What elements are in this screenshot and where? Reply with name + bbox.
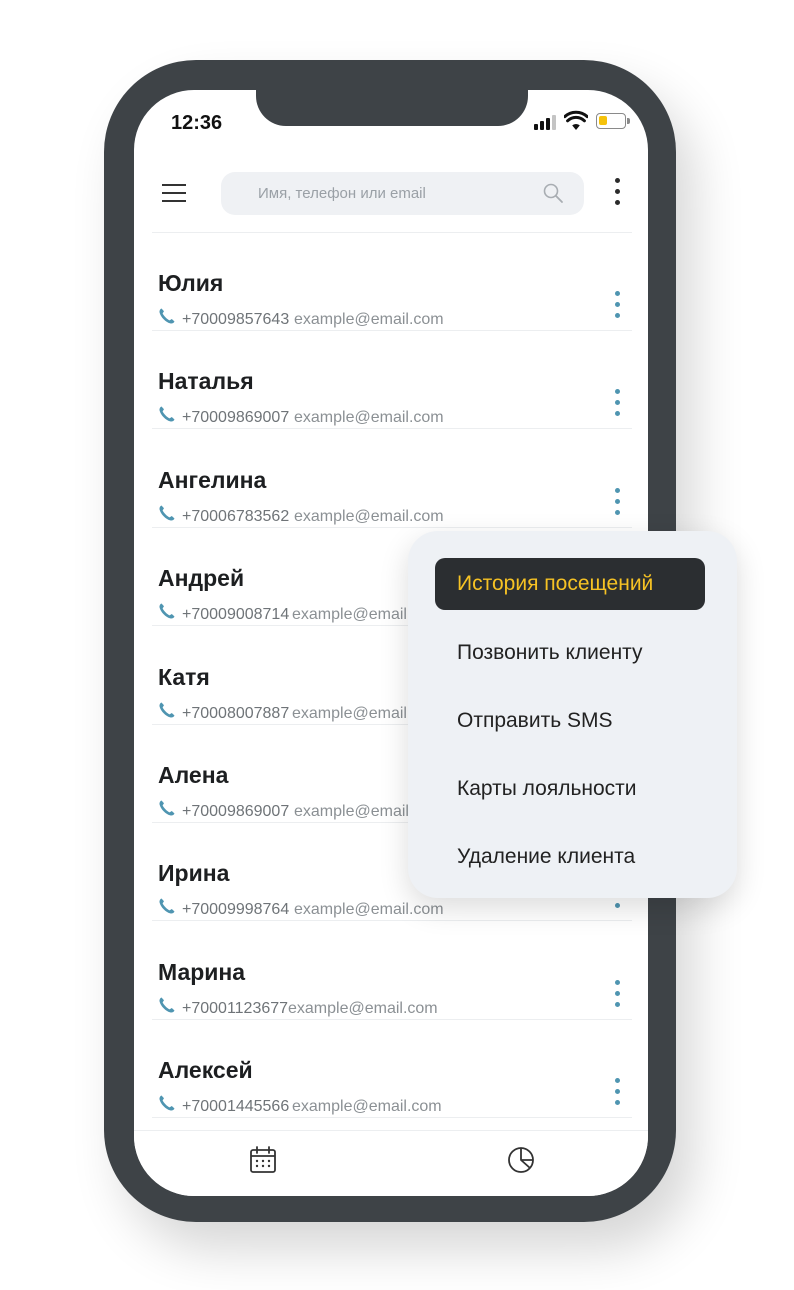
phone-icon [159, 702, 175, 718]
contact-row[interactable]: Юлия +70009857643 example@email.com [134, 233, 648, 331]
contact-more-button[interactable] [610, 979, 624, 1010]
calendar-icon[interactable] [248, 1145, 278, 1175]
contact-email[interactable]: example@email.com [292, 1098, 442, 1116]
context-menu-item[interactable]: Карты лояльности [435, 763, 705, 815]
stage: 12:36 Имя, телефон или email Юлия +70009… [0, 0, 794, 1290]
stats-icon[interactable] [506, 1145, 536, 1175]
contact-row[interactable]: Марина +70001123677 example@email.com [134, 922, 648, 1020]
contact-more-button[interactable] [610, 389, 624, 419]
phone-icon [159, 505, 175, 521]
context-menu-item[interactable]: История посещений [435, 558, 705, 610]
battery-icon [596, 113, 626, 129]
bottom-nav [134, 1130, 648, 1196]
phone-icon [159, 800, 175, 816]
contact-name: Наталья [158, 368, 254, 395]
search-placeholder: Имя, телефон или email [258, 185, 426, 202]
contact-phone[interactable]: +70009869007 [182, 803, 289, 821]
phone-icon [159, 898, 175, 914]
contact-email[interactable]: example@email.com [294, 901, 444, 919]
contact-phone[interactable]: +70001123677 [182, 1000, 288, 1018]
contact-row[interactable]: Ангелина +70006783562 example@email.com [134, 430, 648, 528]
phone-icon [159, 406, 175, 422]
contact-phone[interactable]: +70008007887 [182, 705, 289, 723]
phone-icon [159, 1095, 175, 1111]
contact-phone[interactable]: +70006783562 [182, 508, 289, 526]
contact-name: Ирина [158, 860, 230, 887]
contact-name: Ангелина [158, 466, 267, 493]
contact-name: Алена [158, 762, 229, 788]
notch [256, 90, 528, 126]
contact-email[interactable]: example@email.com [294, 409, 444, 427]
phone-icon [159, 997, 175, 1013]
status-icons [534, 110, 634, 134]
context-menu: История посещений Позвонить клиенту Отправ… [408, 531, 737, 898]
wifi-icon [564, 110, 588, 130]
signal-icon [534, 114, 558, 130]
contact-name: Алексей [158, 1057, 253, 1084]
status-time: 12:36 [171, 112, 223, 134]
contact-name: Юлия [158, 270, 224, 296]
contact-phone[interactable]: +70001445566 [182, 1098, 289, 1116]
contact-phone[interactable]: +70009998764 [182, 901, 289, 919]
contact-phone[interactable]: +70009008714 [182, 606, 289, 624]
contact-row[interactable]: Наталья +70009869007 example@email.com [134, 331, 648, 430]
contact-name: Марина [158, 958, 246, 985]
phone-icon [159, 308, 175, 324]
contact-email[interactable]: example@email.com [288, 1000, 438, 1018]
contact-more-button[interactable] [610, 291, 624, 321]
contact-name: Катя [158, 663, 210, 690]
contact-phone[interactable]: +70009869007 [182, 409, 289, 427]
menu-button[interactable] [162, 182, 186, 204]
contact-email[interactable]: example@email.com [294, 311, 444, 329]
phone-icon [159, 603, 175, 619]
divider [152, 1117, 632, 1119]
contact-email[interactable]: example@email.com [294, 508, 444, 526]
contact-more-button[interactable] [610, 487, 624, 518]
contact-row[interactable]: Алексей +70001445566 example@email.com [134, 1020, 648, 1119]
context-menu-item[interactable]: Удаление клиента [435, 831, 705, 883]
search-icon[interactable] [542, 182, 564, 204]
search-field[interactable]: Имя, телефон или email [221, 172, 584, 215]
context-menu-item[interactable]: Отправить SMS [435, 695, 705, 747]
contact-name: Андрей [158, 565, 245, 592]
more-options-button[interactable] [610, 178, 624, 208]
contact-phone[interactable]: +70009857643 [182, 311, 289, 329]
context-menu-item[interactable]: Позвонить клиенту [435, 627, 705, 679]
contact-more-button[interactable] [610, 1078, 624, 1108]
